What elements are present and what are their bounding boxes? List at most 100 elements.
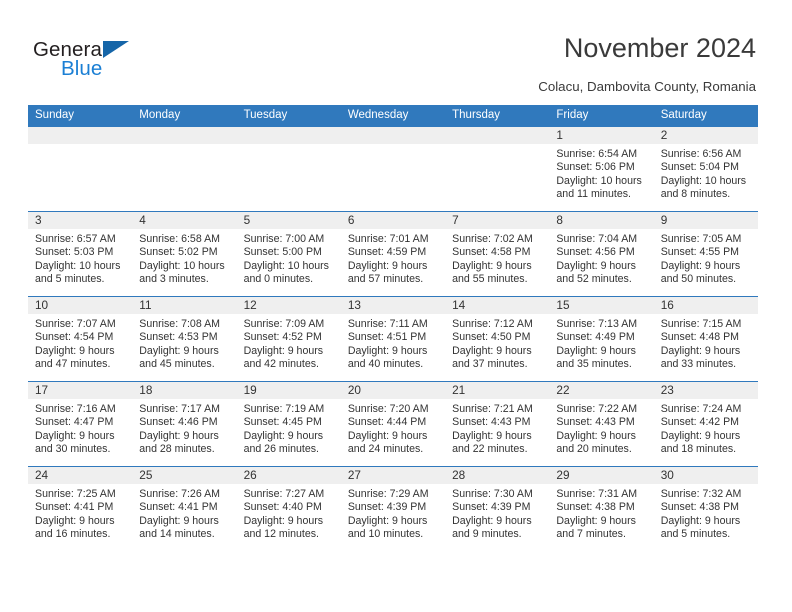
weekday-header-monday: Monday [132,105,237,127]
calendar-day-cell[interactable]: 6 Sunrise: 7:01 AM Sunset: 4:59 PM Daylight… [340,211,446,297]
day-sun-info-line: Sunrise: 7:08 AM [139,318,220,330]
day-sun-info-line: Daylight: 9 hours [347,514,428,527]
calendar-day-cell[interactable]: 22 Sunrise: 7:22 AM Sunset: 4:43 PM Dayligh… [549,381,654,467]
calendar-day-cell[interactable]: 26 Sunrise: 7:27 AM Sunset: 4:40 PM Dayligh… [236,466,341,551]
day-sun-info-line: Daylight: 9 hours [452,344,532,357]
day-sun-info-line: Daylight: 9 hours [347,344,428,357]
calendar-day-cell[interactable]: 3 Sunrise: 6:57 AM Sunset: 5:03 PM Daylight… [28,211,133,297]
day-sun-info-line: Sunset: 4:43 PM [556,416,635,429]
day-sun-info-line: Sunset: 4:59 PM [347,246,427,259]
day-number: 12 [236,297,341,314]
calendar-day-cell[interactable]: 17 Sunrise: 7:16 AM Sunset: 4:47 PM Dayligh… [28,381,133,467]
day-sun-info: Sunrise: 7:22 AM Sunset: 4:43 PM Daylight:… [549,399,653,457]
day-sun-info-line: Daylight: 9 hours [347,259,428,272]
day-sun-info-line: Sunrise: 7:25 AM [35,488,116,500]
day-number: 21 [445,382,550,399]
calendar-day-cell[interactable]: 27 Sunrise: 7:29 AM Sunset: 4:39 PM Dayligh… [340,466,446,551]
day-sun-info-line: Sunset: 5:02 PM [139,246,218,259]
day-sun-info-line: Daylight: 9 hours [243,429,324,442]
calendar-day-cell[interactable]: 1 Sunrise: 6:54 AM Sunset: 5:06 PM Daylight… [549,126,654,212]
day-sun-info-line: Sunset: 5:03 PM [35,246,114,259]
calendar-day-cell[interactable]: 19 Sunrise: 7:19 AM Sunset: 4:45 PM Dayligh… [236,381,341,467]
day-sun-info-line: Sunrise: 6:57 AM [35,233,116,245]
calendar-day-cell[interactable]: 16 Sunrise: 7:15 AM Sunset: 4:48 PM Dayligh… [653,296,758,382]
day-sun-info: Sunrise: 7:01 AM Sunset: 4:59 PM Daylight:… [341,229,445,287]
calendar-body: 1 Sunrise: 6:54 AM Sunset: 5:06 PM Daylight… [28,126,758,551]
calendar-day-cell[interactable]: 20 Sunrise: 7:20 AM Sunset: 4:44 PM Dayligh… [340,381,446,467]
calendar-day-cell[interactable]: 18 Sunrise: 7:17 AM Sunset: 4:46 PM Dayligh… [132,381,237,467]
day-sun-info-line: Sunrise: 7:21 AM [452,403,533,415]
calendar-day-cell[interactable]: 4 Sunrise: 6:58 AM Sunset: 5:02 PM Daylight… [132,211,237,297]
calendar-day-cell[interactable]: 11 Sunrise: 7:08 AM Sunset: 4:53 PM Dayligh… [132,296,237,382]
day-cell-content: 8 Sunrise: 7:04 AM Sunset: 4:56 PM Daylight… [549,212,654,296]
calendar-day-cell[interactable]: 30 Sunrise: 7:32 AM Sunset: 4:38 PM Dayligh… [653,466,758,551]
day-sun-info-line: Sunset: 5:06 PM [556,161,635,174]
day-sun-info: Sunrise: 7:25 AM Sunset: 4:41 PM Daylight:… [28,484,132,542]
day-sun-info-line: and 14 minutes. [139,528,215,541]
day-sun-info: Sunrise: 7:29 AM Sunset: 4:39 PM Daylight:… [341,484,445,542]
day-number: 28 [445,467,550,484]
day-sun-info: Sunrise: 7:17 AM Sunset: 4:46 PM Daylight:… [132,399,236,457]
day-sun-info-line: and 16 minutes. [35,528,111,541]
day-sun-info-line: and 30 minutes. [35,443,111,456]
day-cell-content [445,127,550,211]
calendar-day-cell[interactable]: 5 Sunrise: 7:00 AM Sunset: 5:00 PM Daylight… [236,211,341,297]
day-sun-info-line: and 12 minutes. [243,528,319,541]
day-number: 9 [653,212,758,229]
weekday-header-wednesday: Wednesday [340,105,446,127]
day-sun-info-line: and 18 minutes. [660,443,737,456]
calendar-day-cell[interactable]: 21 Sunrise: 7:21 AM Sunset: 4:43 PM Dayligh… [445,381,550,467]
day-cell-content [132,127,237,211]
day-sun-info-line: Daylight: 9 hours [556,344,636,357]
calendar-day-cell[interactable]: 29 Sunrise: 7:31 AM Sunset: 4:38 PM Dayligh… [549,466,654,551]
calendar-week-row: 24 Sunrise: 7:25 AM Sunset: 4:41 PM Dayligh… [28,466,758,551]
day-sun-info-line: and 8 minutes. [660,188,731,201]
day-sun-info-line: Sunrise: 7:31 AM [556,488,638,500]
day-number: 6 [340,212,446,229]
calendar-day-cell[interactable]: 14 Sunrise: 7:12 AM Sunset: 4:50 PM Dayligh… [445,296,550,382]
calendar-day-cell[interactable]: 15 Sunrise: 7:13 AM Sunset: 4:49 PM Dayligh… [549,296,654,382]
day-sun-info-line: Sunrise: 7:12 AM [452,318,533,330]
day-cell-content: 17 Sunrise: 7:16 AM Sunset: 4:47 PM Dayligh… [28,382,133,466]
calendar-day-cell[interactable] [445,126,550,212]
calendar-day-cell[interactable]: 9 Sunrise: 7:05 AM Sunset: 4:55 PM Daylight… [653,211,758,297]
day-number: 11 [132,297,237,314]
day-number: 1 [549,127,654,144]
day-sun-info: Sunrise: 7:15 AM Sunset: 4:48 PM Daylight:… [654,314,758,372]
day-sun-info-line: Sunset: 4:39 PM [452,501,531,514]
calendar-day-cell[interactable]: 25 Sunrise: 7:26 AM Sunset: 4:41 PM Dayligh… [132,466,237,551]
day-cell-content [28,127,133,211]
calendar-day-cell[interactable] [340,126,446,212]
day-sun-info-line: and 7 minutes. [556,528,626,541]
day-sun-info-line: Sunset: 5:00 PM [243,246,322,259]
calendar-day-cell[interactable] [132,126,237,212]
day-sun-info-line: Daylight: 9 hours [660,514,741,527]
day-sun-info-line: Sunrise: 7:32 AM [660,488,742,500]
day-sun-info: Sunrise: 7:30 AM Sunset: 4:39 PM Daylight:… [445,484,549,542]
calendar-day-cell[interactable]: 23 Sunrise: 7:24 AM Sunset: 4:42 PM Dayligh… [653,381,758,467]
day-sun-info-line: Sunrise: 7:16 AM [35,403,116,415]
day-sun-info-line: and 45 minutes. [139,358,215,371]
day-sun-info-line: Sunrise: 7:05 AM [660,233,742,245]
day-sun-info-line: Sunrise: 7:09 AM [243,318,325,330]
calendar-day-cell[interactable]: 8 Sunrise: 7:04 AM Sunset: 4:56 PM Daylight… [549,211,654,297]
calendar-day-cell[interactable]: 28 Sunrise: 7:30 AM Sunset: 4:39 PM Dayligh… [445,466,550,551]
page-title: November 2024 [563,33,756,63]
day-number [445,127,550,144]
calendar-day-cell[interactable] [236,126,341,212]
day-sun-info: Sunrise: 7:19 AM Sunset: 4:45 PM Daylight:… [237,399,341,457]
day-sun-info-line: Sunset: 4:53 PM [139,331,218,344]
day-sun-info-line: Sunset: 4:45 PM [243,416,322,429]
calendar-day-cell[interactable]: 24 Sunrise: 7:25 AM Sunset: 4:41 PM Dayligh… [28,466,133,551]
day-sun-info-line: Daylight: 9 hours [35,429,115,442]
calendar-day-cell[interactable] [28,126,133,212]
calendar-day-cell[interactable]: 7 Sunrise: 7:02 AM Sunset: 4:58 PM Daylight… [445,211,550,297]
day-sun-info: Sunrise: 6:54 AM Sunset: 5:06 PM Daylight:… [549,144,653,202]
calendar-day-cell[interactable]: 2 Sunrise: 6:56 AM Sunset: 5:04 PM Daylight… [653,126,758,212]
calendar-day-cell[interactable]: 10 Sunrise: 7:07 AM Sunset: 4:54 PM Dayligh… [28,296,133,382]
day-sun-info: Sunrise: 7:07 AM Sunset: 4:54 PM Daylight:… [28,314,132,372]
day-cell-content: 9 Sunrise: 7:05 AM Sunset: 4:55 PM Daylight… [653,212,758,296]
calendar-day-cell[interactable]: 12 Sunrise: 7:09 AM Sunset: 4:52 PM Dayligh… [236,296,341,382]
calendar-day-cell[interactable]: 13 Sunrise: 7:11 AM Sunset: 4:51 PM Dayligh… [340,296,446,382]
weekday-header-tuesday: Tuesday [236,105,341,127]
